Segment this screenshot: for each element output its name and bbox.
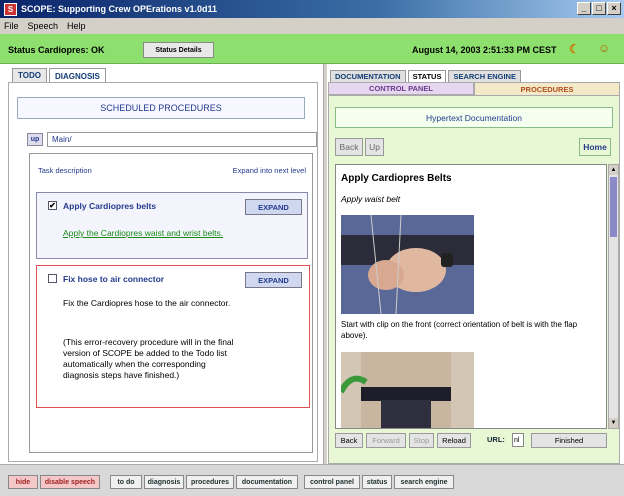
browser-forward-button[interactable]: Forward xyxy=(366,433,406,448)
tab-todo[interactable]: TODO xyxy=(12,68,47,82)
left-tabs: TODO DIAGNOSIS xyxy=(12,68,106,83)
document-view[interactable]: Apply Cardiopres Belts Apply waist belt … xyxy=(335,164,607,429)
disable-speech-button[interactable]: disable speech xyxy=(40,475,100,489)
scroll-up-arrow[interactable]: ▲ xyxy=(609,165,618,175)
task-title: Apply Cardiopres belts xyxy=(63,201,157,211)
browser-stop-button[interactable]: Stop xyxy=(409,433,434,448)
belt-photo-1 xyxy=(341,215,474,314)
doc-title: Apply Cardiopres Belts xyxy=(341,173,452,184)
app-icon: S xyxy=(4,2,17,16)
task-description-header: Task description xyxy=(38,166,92,175)
task-checkbox[interactable] xyxy=(48,274,57,283)
documentation-button[interactable]: documentation xyxy=(236,475,298,489)
menu-help[interactable]: Help xyxy=(67,21,86,31)
hide-button[interactable]: hide xyxy=(8,475,38,489)
finished-button[interactable]: Finished xyxy=(531,433,607,448)
doc-caption: Start with clip on the front (correct or… xyxy=(341,320,578,340)
minimize-button[interactable]: _ xyxy=(577,2,591,15)
doc-up-button[interactable]: Up xyxy=(365,138,384,156)
right-tabs: DOCUMENTATION STATUS SEARCH ENGINE xyxy=(330,70,521,82)
tab-diagnosis[interactable]: DIAGNOSIS xyxy=(48,68,106,83)
expand-next-level-header: Expand into next level xyxy=(232,166,306,175)
diagnosis-button[interactable]: diagnosis xyxy=(144,475,184,489)
scheduled-procedures-header: SCHEDULED PROCEDURES xyxy=(17,97,305,119)
right-pane: DOCUMENTATION STATUS SEARCH ENGINE CONTR… xyxy=(328,64,624,464)
doc-home-button[interactable]: Home xyxy=(579,138,611,156)
browser-reload-button[interactable]: Reload xyxy=(437,433,471,448)
sun-icon: ☾ xyxy=(569,42,580,56)
scroll-down-arrow[interactable]: ▼ xyxy=(609,418,618,428)
url-label: URL: xyxy=(487,435,505,444)
diagnosis-panel: SCHEDULED PROCEDURES up Main/ Task descr… xyxy=(8,82,318,462)
control-panel-button[interactable]: control panel xyxy=(304,475,360,489)
tab-control-panel[interactable]: CONTROL PANEL xyxy=(328,82,474,95)
status-details-button[interactable]: Status Details xyxy=(143,42,214,58)
tab-search-engine[interactable]: SEARCH ENGINE xyxy=(448,70,521,82)
tab-procedures[interactable]: PROCEDURES xyxy=(474,82,620,95)
smiley-icon: ☺ xyxy=(598,41,611,55)
window-titlebar[interactable]: S SCOPE: Supporting Crew OPErations v1.0… xyxy=(0,0,624,18)
url-field[interactable]: nl xyxy=(512,433,524,447)
maximize-button[interactable]: □ xyxy=(592,2,606,15)
procedures-button[interactable]: procedures xyxy=(186,475,234,489)
tab-documentation[interactable]: DOCUMENTATION xyxy=(330,70,406,82)
task-list: Task description Expand into next level … xyxy=(29,153,313,453)
right-subtabs: CONTROL PANEL PROCEDURES xyxy=(328,82,620,95)
scroll-thumb[interactable] xyxy=(610,177,617,237)
menu-speech[interactable]: Speech xyxy=(28,21,59,31)
belt-photo-2 xyxy=(341,352,474,428)
tab-status[interactable]: STATUS xyxy=(407,70,447,82)
task-note: (This error-recovery procedure will in t… xyxy=(63,337,234,380)
left-pane: TODO DIAGNOSIS SCHEDULED PROCEDURES up M… xyxy=(4,64,320,464)
task-title: Fix hose to air connector xyxy=(63,274,165,284)
documentation-panel: Hypertext Documentation Back Up Home App… xyxy=(328,95,620,464)
search-engine-button[interactable]: search engine xyxy=(394,475,454,489)
split-divider[interactable] xyxy=(323,64,327,464)
window-controls: _ □ × xyxy=(577,2,621,15)
doc-back-button[interactable]: Back xyxy=(335,138,363,156)
expand-button[interactable]: EXPAND xyxy=(245,199,302,215)
status-button[interactable]: status xyxy=(362,475,392,489)
doc-scrollbar[interactable]: ▲ ▼ xyxy=(608,164,619,429)
task-card-apply-belts: ✔ Apply Cardiopres belts EXPAND Apply th… xyxy=(36,192,308,259)
up-button[interactable]: up xyxy=(27,133,43,146)
task-checkbox[interactable]: ✔ xyxy=(48,201,57,210)
task-card-fix-hose: Fix hose to air connector EXPAND Fix the… xyxy=(36,265,310,408)
task-description: Fix the Cardiopres hose to the air conne… xyxy=(63,298,231,308)
todo-button[interactable]: to do xyxy=(110,475,142,489)
window-title: SCOPE: Supporting Crew OPErations v1.0d1… xyxy=(21,4,218,14)
menu-file[interactable]: File xyxy=(4,21,19,31)
browser-back-button[interactable]: Back xyxy=(335,433,363,448)
menu-bar: File Speech Help xyxy=(0,18,624,34)
hypertext-header: Hypertext Documentation xyxy=(335,107,613,128)
path-field[interactable]: Main/ xyxy=(47,132,317,147)
datetime: August 14, 2003 2:51:33 PM CEST xyxy=(412,45,557,55)
status-bar: Status Cardiopres: OK Status Details Aug… xyxy=(0,34,624,64)
doc-subtitle: Apply waist belt xyxy=(341,194,401,204)
bottom-toolbar: hide disable speech to do diagnosis proc… xyxy=(0,464,624,496)
task-link[interactable]: Apply the Cardiopres waist and wrist bel… xyxy=(63,228,233,239)
expand-button[interactable]: EXPAND xyxy=(245,272,302,288)
close-button[interactable]: × xyxy=(607,2,621,15)
status-label: Status Cardiopres: OK xyxy=(8,45,105,55)
